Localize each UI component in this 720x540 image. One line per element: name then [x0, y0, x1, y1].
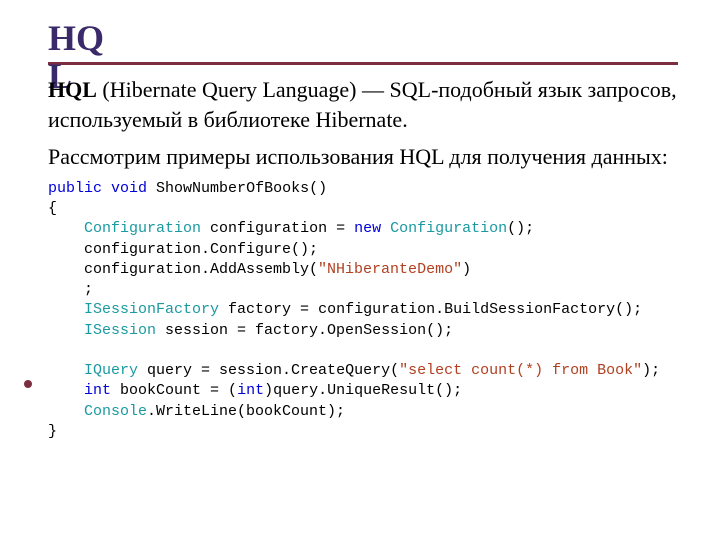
txt: .WriteLine(bookCount); — [147, 403, 345, 420]
indent — [48, 403, 84, 420]
brace-close: } — [48, 423, 57, 440]
indent — [48, 362, 84, 379]
semicolon-line: ; — [48, 281, 93, 298]
txt: ); — [642, 362, 660, 379]
kw-void: void — [111, 180, 147, 197]
method-sig: ShowNumberOfBooks() — [147, 180, 327, 197]
str-nhib: "NHiberanteDemo" — [318, 261, 462, 278]
kw-int2: int — [237, 382, 264, 399]
bullet-icon — [24, 380, 32, 388]
brace-open: { — [48, 200, 57, 217]
indent — [48, 220, 84, 237]
txt: factory = configuration.BuildSessionFact… — [219, 301, 642, 318]
type-isession: ISession — [84, 322, 156, 339]
type-configuration: Configuration — [84, 220, 201, 237]
txt: configuration.AddAssembly( — [48, 261, 318, 278]
type-iquery: IQuery — [84, 362, 138, 379]
type-isessionfactory: ISessionFactory — [84, 301, 219, 318]
kw-int: int — [84, 382, 111, 399]
txt — [381, 220, 390, 237]
txt: session = factory.OpenSession(); — [156, 322, 453, 339]
title-rule — [48, 62, 678, 65]
indent — [48, 301, 84, 318]
intro-paragraph: HQL (Hibernate Query Language) — SQL-под… — [48, 75, 680, 137]
txt: )query.UniqueResult(); — [264, 382, 462, 399]
hql-term: HQL — [48, 77, 97, 102]
txt: (); — [507, 220, 534, 237]
type-configuration2: Configuration — [390, 220, 507, 237]
indent — [48, 382, 84, 399]
str-query: "select count(*) from Book" — [399, 362, 642, 379]
txt: ) — [462, 261, 471, 278]
txt: query = session.CreateQuery( — [138, 362, 399, 379]
examples-paragraph: Рассмотрим примеры использования HQL для… — [48, 142, 680, 173]
code-block: public void ShowNumberOfBooks() { Config… — [48, 179, 680, 442]
type-console: Console — [84, 403, 147, 420]
indent — [48, 322, 84, 339]
txt: configuration = — [201, 220, 354, 237]
kw-new: new — [354, 220, 381, 237]
intro-text: (Hibernate Query Language) — SQL-подобны… — [48, 77, 677, 133]
line-configure: configuration.Configure(); — [48, 241, 318, 258]
txt: bookCount = ( — [111, 382, 237, 399]
kw-public: public — [48, 180, 102, 197]
